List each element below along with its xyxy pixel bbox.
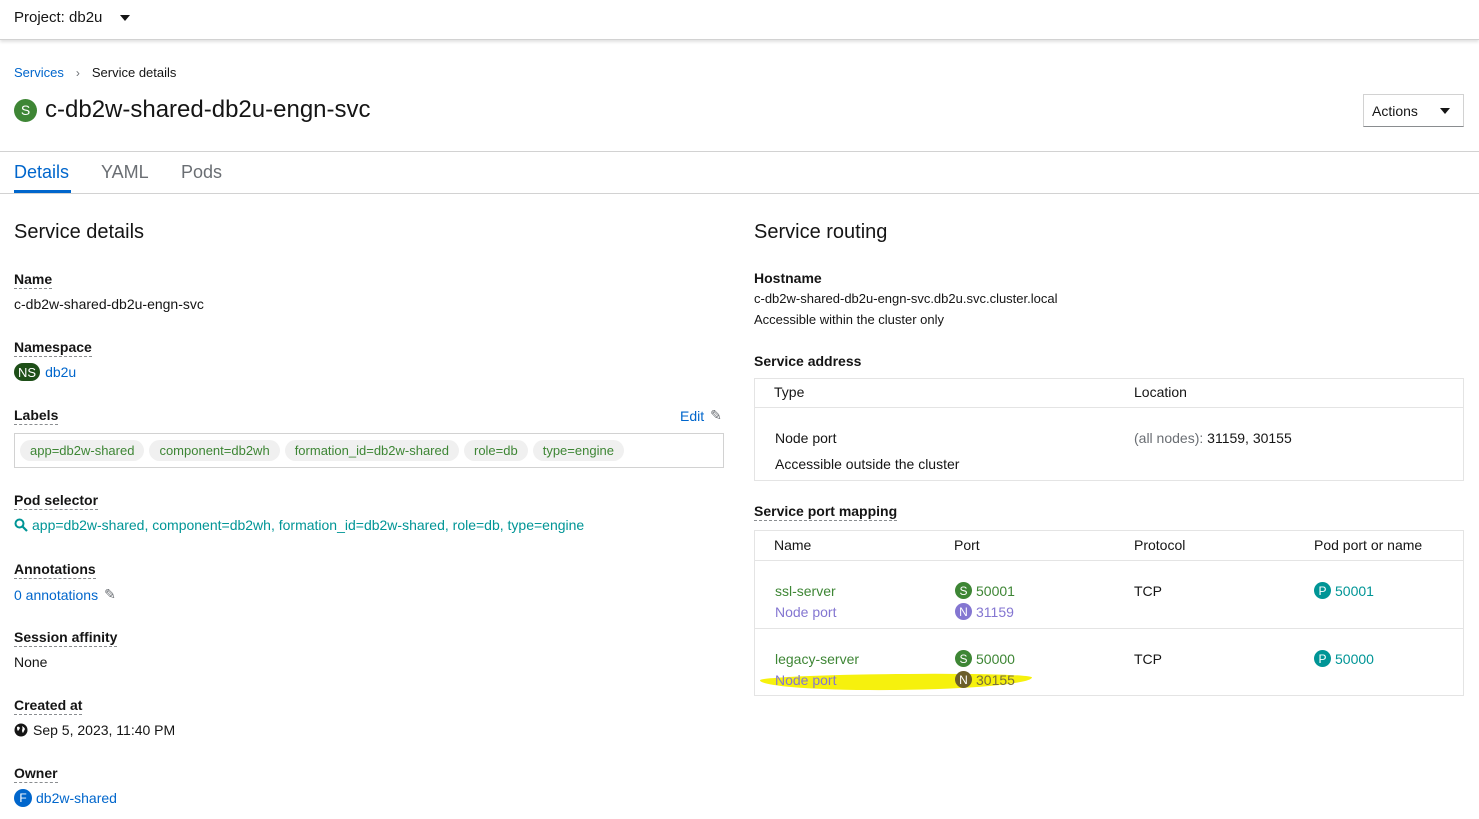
mapping-protocol-header: Protocol xyxy=(1134,537,1186,553)
pod-port-badge: P xyxy=(1314,582,1331,599)
actions-label: Actions xyxy=(1372,102,1418,119)
labels-list: app=db2w-shared component=db2wh formatio… xyxy=(14,433,724,468)
pencil-icon[interactable]: ✎ xyxy=(104,586,116,603)
service-badge: S xyxy=(14,98,37,122)
created-at-label: Created at xyxy=(14,697,83,715)
service-details-heading: Service details xyxy=(14,221,145,243)
session-affinity-value: None xyxy=(14,654,48,670)
pod-selector-value: app=db2w-shared, component=db2wh, format… xyxy=(14,517,584,533)
port-mapping-label: Service port mapping xyxy=(754,503,898,521)
namespace-badge: NS xyxy=(14,363,41,381)
namespace-label: Namespace xyxy=(14,339,92,357)
caret-down-icon xyxy=(1439,107,1450,114)
tab-pods[interactable]: Pods xyxy=(181,162,222,183)
created-at-text: Sep 5, 2023, 11:40 PM xyxy=(33,722,176,738)
pod-port-badge: P xyxy=(1314,650,1331,667)
port-mapping-table xyxy=(754,530,1464,696)
chevron-right-icon: › xyxy=(75,65,80,80)
namespace-value: NS db2u xyxy=(14,363,76,381)
search-icon xyxy=(14,518,28,532)
service-routing-heading: Service routing xyxy=(754,221,888,243)
owner-value: F db2w-shared xyxy=(14,789,117,807)
breadcrumb-services-link[interactable]: Services xyxy=(14,65,64,80)
location-ports: 31159, 30155 xyxy=(1207,430,1292,446)
masthead: Project: db2u xyxy=(0,0,1479,40)
owner-link[interactable]: db2w-shared xyxy=(36,790,117,806)
node-port-badge: N xyxy=(955,671,972,688)
owner-label: Owner xyxy=(14,765,58,783)
breadcrumb: Services › Service details xyxy=(14,65,176,80)
hostname-value: c-db2w-shared-db2u-engn-svc.db2u.svc.clu… xyxy=(754,291,1058,306)
pod-port: P 50001 xyxy=(1314,582,1374,599)
globe-icon xyxy=(14,723,28,737)
hostname-label: Hostname xyxy=(754,270,822,286)
actions-dropdown[interactable]: Actions xyxy=(1363,94,1464,127)
project-selector[interactable]: Project: db2u xyxy=(14,9,131,26)
name-value: c-db2w-shared-db2u-engn-svc xyxy=(14,296,204,312)
created-at-value: Sep 5, 2023, 11:40 PM xyxy=(14,722,175,738)
address-location-value: (all nodes): 31159, 30155 xyxy=(1134,430,1292,446)
tab-bar: Details YAML Pods xyxy=(0,151,1479,194)
label-chip[interactable]: role=db xyxy=(463,440,528,461)
edit-label: Edit xyxy=(680,407,705,424)
protocol-value: TCP xyxy=(1134,583,1162,599)
caret-down-icon xyxy=(120,14,131,21)
mapping-name-header: Name xyxy=(774,537,812,553)
labels-label: Labels xyxy=(14,407,59,425)
namespace-link[interactable]: db2u xyxy=(45,364,76,380)
owner-badge: F xyxy=(14,789,32,807)
annotations-link[interactable]: 0 annotations xyxy=(14,587,98,603)
name-label: Name xyxy=(14,271,53,289)
table-header-divider xyxy=(754,560,1464,561)
node-port: N 31159 xyxy=(955,603,1014,620)
table-row-divider xyxy=(754,628,1464,629)
hostname-note: Accessible within the cluster only xyxy=(754,312,945,327)
label-chip[interactable]: app=db2w-shared xyxy=(20,440,145,461)
pod-port-value: 50000 xyxy=(1335,650,1374,667)
tab-details[interactable]: Details xyxy=(14,162,69,183)
label-chip[interactable]: type=engine xyxy=(532,440,624,461)
label-chip[interactable]: component=db2wh xyxy=(149,440,280,461)
annotations-label: Annotations xyxy=(14,561,96,579)
service-port-badge: S xyxy=(955,650,972,667)
service-port-value: 50000 xyxy=(976,650,1015,667)
pod-port: P 50000 xyxy=(1314,650,1374,667)
label-chip[interactable]: formation_id=db2w-shared xyxy=(284,440,459,461)
mapping-port-header: Port xyxy=(954,537,980,553)
pod-selector-label: Pod selector xyxy=(14,492,99,510)
port-name-link[interactable]: legacy-server xyxy=(775,651,859,667)
address-type-value: Node port xyxy=(775,430,837,446)
node-port-label: Node port xyxy=(775,604,837,620)
service-name-heading: c-db2w-shared-db2u-engn-svc xyxy=(45,96,371,123)
tab-yaml[interactable]: YAML xyxy=(101,162,149,183)
port-name-link[interactable]: ssl-server xyxy=(775,583,836,599)
service-port: S 50000 xyxy=(955,650,1015,667)
project-label: Project: db2u xyxy=(14,9,103,26)
pod-selector-link[interactable]: app=db2w-shared, component=db2wh, format… xyxy=(32,517,584,533)
service-port: S 50001 xyxy=(955,582,1015,599)
pencil-icon: ✎ xyxy=(710,407,722,423)
node-port-badge: N xyxy=(955,603,972,620)
service-address-label: Service address xyxy=(754,353,862,369)
service-port-value: 50001 xyxy=(976,582,1015,599)
edit-labels-button[interactable]: Edit ✎ xyxy=(680,407,722,424)
protocol-value: TCP xyxy=(1134,651,1162,667)
active-tab-indicator xyxy=(14,190,71,193)
pod-port-value: 50001 xyxy=(1335,582,1374,599)
session-affinity-label: Session affinity xyxy=(14,629,118,647)
annotations-value: 0 annotations ✎ xyxy=(14,586,116,603)
service-port-badge: S xyxy=(955,582,972,599)
location-prefix: (all nodes): xyxy=(1134,430,1204,446)
mapping-podport-header: Pod port or name xyxy=(1314,537,1423,553)
address-type-note: Accessible outside the cluster xyxy=(775,456,960,472)
breadcrumb-current: Service details xyxy=(91,65,177,80)
table-header-divider xyxy=(754,407,1464,408)
page-title: S c-db2w-shared-db2u-engn-svc xyxy=(14,96,371,124)
node-port: N 30155 xyxy=(955,671,1015,688)
node-port-value: 31159 xyxy=(976,603,1014,620)
node-port-label: Node port xyxy=(775,672,837,688)
node-port-value: 30155 xyxy=(976,671,1015,688)
